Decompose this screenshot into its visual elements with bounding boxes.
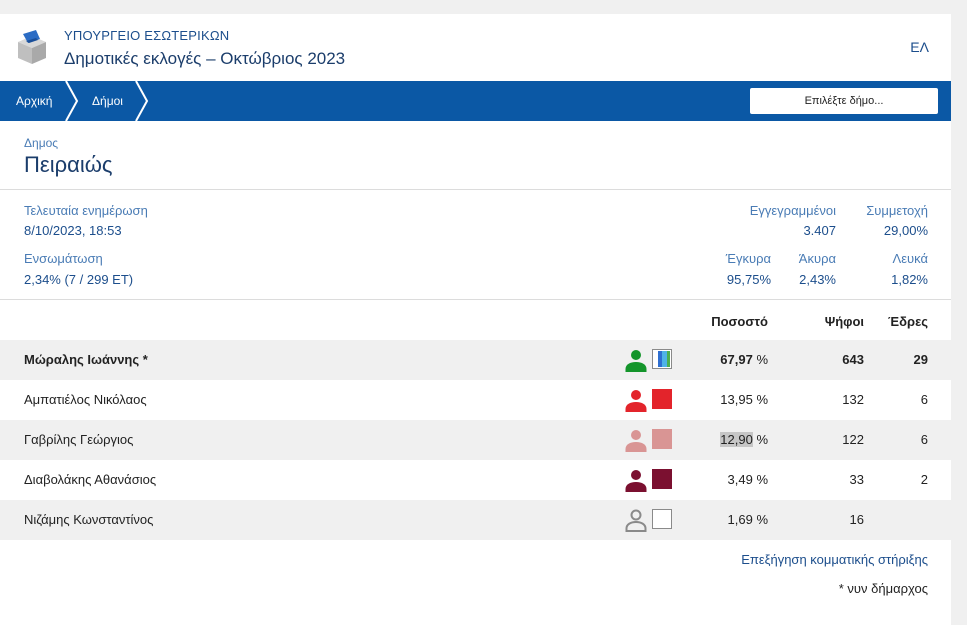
table-row[interactable]: Μώραλης Ιωάννης * 67,97 % 643 29: [0, 340, 951, 380]
seats-value: 6: [920, 392, 928, 407]
table-row[interactable]: Γαβρίλης Γεώργιος 12,90 % 122 6: [0, 420, 951, 460]
breadcrumb-municipalities[interactable]: Δήμοι: [92, 81, 123, 121]
percent-sign: %: [756, 432, 768, 447]
site-header: ΥΠΟΥΡΓΕΙΟ ΕΣΩΤΕΡΙΚΩΝ Δημοτικές εκλογές –…: [0, 14, 951, 81]
party-support-explanation-link[interactable]: Επεξήγηση κομματικής στήριξης: [741, 552, 928, 567]
chevron-right-icon: [65, 81, 79, 121]
chevron-right-icon: [135, 81, 149, 121]
municipality-label: Δημος: [24, 136, 59, 150]
divider: [0, 299, 951, 300]
page: ΥΠΟΥΡΓΕΙΟ ΕΣΩΤΕΡΙΚΩΝ Δημοτικές εκλογές –…: [0, 14, 951, 625]
percent-number: 3,49: [727, 472, 753, 487]
registered-value: 3.407: [803, 223, 836, 238]
candidate-name: Διαβολάκης Αθανάσιος: [24, 472, 157, 487]
percent-number: 12,90: [720, 432, 753, 447]
percent-value: 67,97 %: [720, 352, 768, 367]
footnote: * νυν δήμαρχος: [838, 581, 928, 596]
person-icon: [625, 350, 647, 372]
ministry-name: ΥΠΟΥΡΓΕΙΟ ΕΣΩΤΕΡΙΚΩΝ: [64, 28, 230, 43]
percent-sign: %: [756, 512, 768, 527]
party-flag-blue-green-icon: [652, 349, 672, 369]
registered-label: Εγγεγραμμένοι: [749, 203, 836, 218]
turnout-value: 29,00%: [883, 223, 928, 238]
percent-number: 13,95: [720, 392, 753, 407]
votes-value: 122: [842, 432, 864, 447]
percent-value: 1,69 %: [728, 512, 769, 527]
votes-value: 132: [842, 392, 864, 407]
candidate-name: Γαβρίλης Γεώργιος: [24, 432, 134, 447]
blank-value: 1,82%: [891, 272, 928, 287]
invalid-label: Άκυρα: [798, 251, 836, 266]
valid-label: Έγκυρα: [725, 251, 771, 266]
language-switch[interactable]: ΕΛ: [910, 39, 929, 55]
ballot-box-icon[interactable]: [14, 30, 50, 66]
breadcrumb: Αρχική Δήμοι Επιλέξτε δήμο...: [0, 81, 951, 121]
person-icon: [625, 509, 647, 532]
person-icon: [625, 390, 647, 412]
candidate-name: Αμπατιέλος Νικόλαος: [24, 392, 147, 407]
blank-label: Λευκά: [892, 251, 928, 266]
integration-value: 2,34% (7 / 299 ΕΤ): [24, 272, 134, 287]
municipality-name: Πειραιώς: [24, 152, 113, 177]
invalid-value: 2,43%: [799, 272, 836, 287]
votes-value: 16: [849, 512, 864, 527]
column-header-votes: Ψήφοι: [824, 314, 864, 329]
table-row[interactable]: Διαβολάκης Αθανάσιος 3,49 % 33 2: [0, 460, 951, 500]
table-row[interactable]: Νιζάμης Κωνσταντίνος 1,69 % 16: [0, 500, 951, 540]
valid-value: 95,75%: [726, 272, 771, 287]
last-update-label: Τελευταία ενημέρωση: [24, 203, 148, 218]
table-row[interactable]: Αμπατιέλος Νικόλαος 13,95 % 132 6: [0, 380, 951, 420]
party-square-pink-icon: [652, 429, 672, 449]
integration-label: Ενσωμάτωση: [24, 251, 103, 266]
breadcrumb-home[interactable]: Αρχική: [16, 81, 52, 121]
percent-value: 3,49 %: [728, 472, 769, 487]
candidate-name: Νιζάμης Κωνσταντίνος: [24, 512, 154, 527]
party-square-red-icon: [652, 389, 672, 409]
percent-number: 67,97: [720, 352, 753, 367]
percent-number: 1,69: [727, 512, 753, 527]
seats-value: 6: [920, 432, 928, 447]
page-title: Δημοτικές εκλογές – Οκτώβριος 2023: [64, 49, 346, 68]
votes-value: 33: [849, 472, 864, 487]
seats-value: 2: [920, 472, 928, 487]
person-icon: [625, 430, 647, 452]
person-icon: [625, 470, 647, 492]
percent-sign: %: [756, 472, 768, 487]
party-square-empty-icon: [652, 509, 672, 529]
percent-value: 12,90 %: [720, 432, 768, 447]
candidate-name: Μώραλης Ιωάννης *: [24, 352, 148, 367]
percent-value: 13,95 %: [720, 392, 768, 407]
votes-value: 643: [842, 352, 864, 367]
seats-value: 29: [913, 352, 928, 367]
party-square-maroon-icon: [652, 469, 672, 489]
column-header-seats: Έδρες: [888, 314, 928, 329]
divider: [0, 189, 951, 190]
municipality-select[interactable]: Επιλέξτε δήμο...: [750, 88, 938, 114]
percent-sign: %: [756, 392, 768, 407]
last-update-value: 8/10/2023, 18:53: [24, 223, 122, 238]
column-header-percent: Ποσοστό: [711, 314, 768, 329]
turnout-label: Συμμετοχή: [866, 203, 928, 218]
percent-sign: %: [756, 352, 768, 367]
